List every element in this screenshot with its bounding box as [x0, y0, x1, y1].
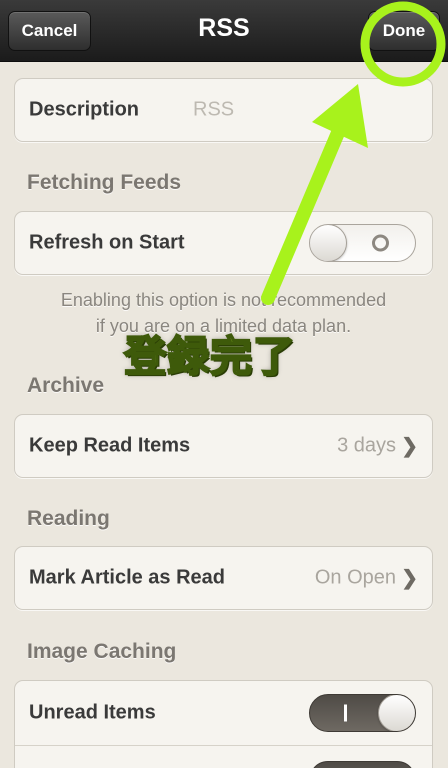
- section-header-image-caching: Image Caching: [27, 640, 177, 663]
- refresh-on-start-label: Refresh on Start: [29, 231, 185, 254]
- description-field[interactable]: RSS: [193, 99, 234, 122]
- section-header-archive: Archive: [27, 374, 105, 397]
- chevron-right-icon: ❯: [401, 567, 418, 590]
- unread-items-label: Unread Items: [29, 701, 156, 724]
- toggle-on-icon: [344, 704, 347, 722]
- mark-article-as-read-row[interactable]: Mark Article as Read On Open ❯: [14, 546, 433, 610]
- mark-article-as-read-value: On Open: [314, 566, 396, 589]
- toggle-off-icon: [372, 234, 389, 252]
- footnote-line-1: Enabling this option is not recommended: [60, 290, 387, 310]
- done-button[interactable]: Done: [368, 11, 440, 51]
- keep-read-items-value: 3 days: [337, 434, 396, 457]
- refresh-on-start-row: Refresh on Start: [14, 211, 433, 275]
- toggle-knob: [310, 225, 347, 261]
- image-caching-group: Unread Items: [14, 680, 433, 768]
- row-divider: [15, 745, 432, 746]
- keep-read-items-row[interactable]: Keep Read Items 3 days ❯: [14, 414, 433, 478]
- unread-items-toggle[interactable]: [309, 694, 416, 732]
- description-label: Description: [29, 98, 140, 121]
- chevron-right-icon: ❯: [401, 435, 418, 458]
- toggle-knob: [378, 695, 415, 731]
- keep-read-items-label: Keep Read Items: [29, 434, 191, 457]
- second-toggle-partial[interactable]: [309, 761, 416, 768]
- navigation-bar: Cancel RSS Done: [0, 0, 448, 62]
- unread-items-row: Unread Items: [15, 681, 432, 745]
- description-row[interactable]: Description RSS: [14, 78, 433, 142]
- refresh-on-start-toggle[interactable]: [309, 224, 416, 262]
- section-header-reading: Reading: [27, 507, 110, 530]
- section-header-fetching-feeds: Fetching Feeds: [27, 171, 182, 194]
- annotation-caption: 登録完了: [123, 331, 297, 382]
- mark-article-as-read-label: Mark Article as Read: [29, 566, 226, 589]
